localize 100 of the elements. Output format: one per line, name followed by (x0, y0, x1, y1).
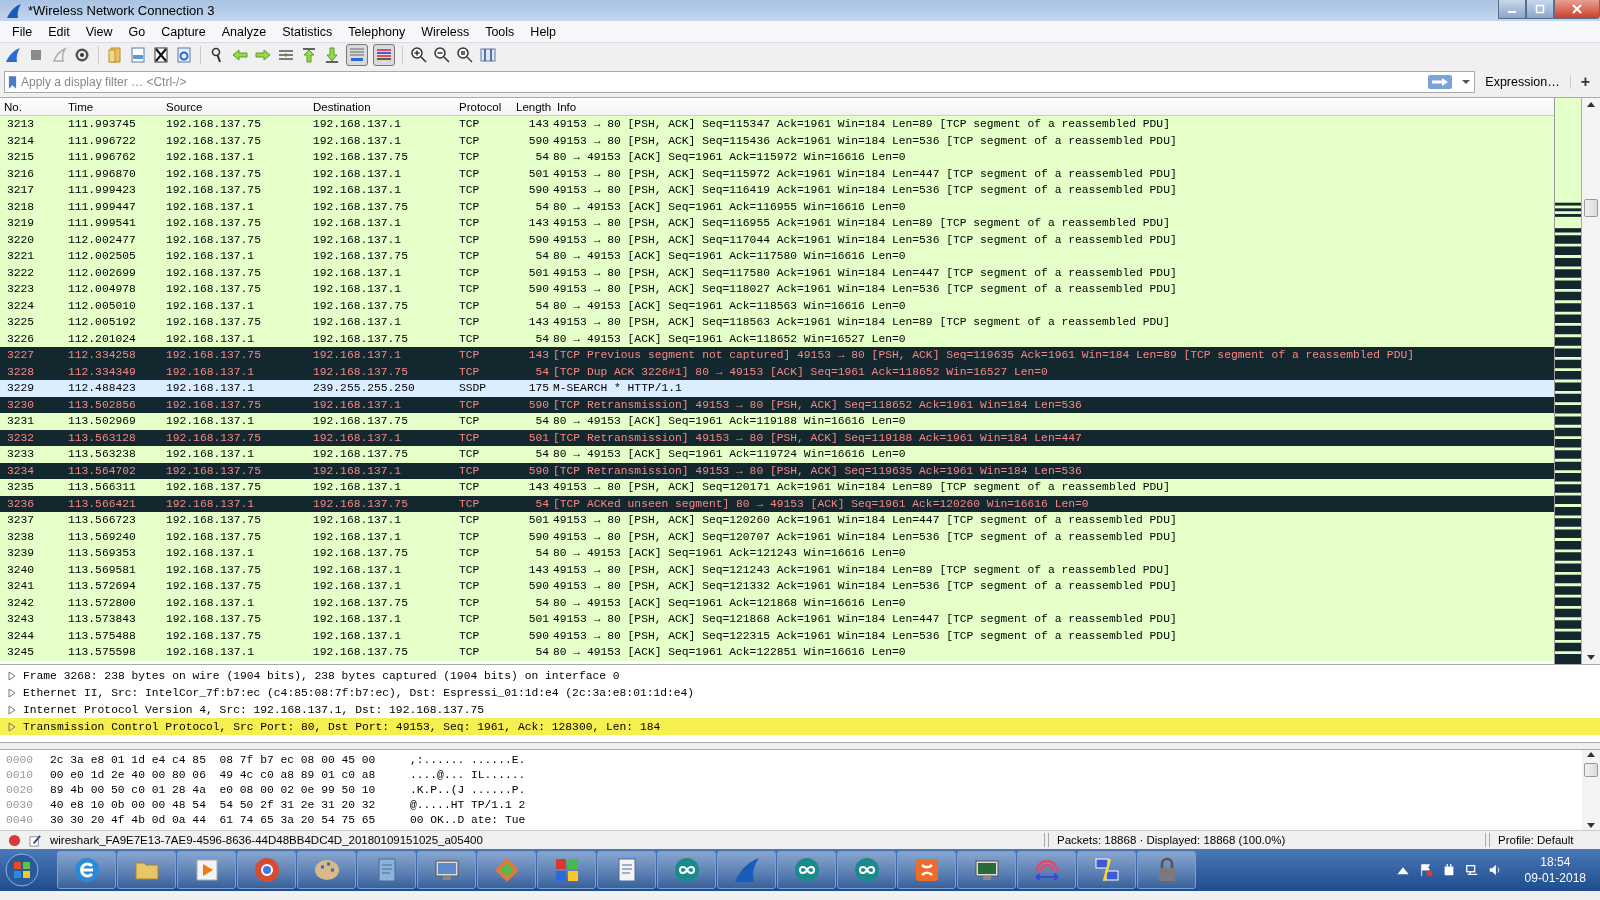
taskbar-button[interactable] (1077, 851, 1136, 889)
scrollbar[interactable] (1582, 98, 1600, 664)
taskbar-button[interactable] (1017, 851, 1076, 889)
expand-arrow-icon[interactable] (8, 721, 16, 732)
taskbar-button[interactable] (657, 851, 716, 889)
menu-item[interactable]: Tools (477, 24, 523, 39)
restart-icon[interactable] (50, 46, 68, 64)
add-filter-button[interactable]: + (1570, 73, 1596, 91)
packet-row[interactable]: 3225 112.005192 192.168.137.75 192.168.137.1 TCP 143 49153 → 80 [PSH, ACK] Seq=118563 Ack=1961 Win=184 Len=89 [TCP segment of a reassembled PDU] (0, 314, 1554, 331)
packet-row[interactable]: 3231 113.502969 192.168.137.1 192.168.137.75 TCP 54 80 → 49153 [ACK] Seq=1961 Ack=119188 Win=16616 Len=0 (0, 413, 1554, 430)
close-file-icon[interactable] (152, 46, 170, 64)
packet-row[interactable]: 3219 111.999541 192.168.137.75 192.168.137.1 TCP 143 49153 → 80 [PSH, ACK] Seq=116955 Ack=1961 Win=184 Len=89 [TCP segment of a reassembled PDU] (0, 215, 1554, 232)
zoom-in-icon[interactable] (410, 46, 428, 64)
scroll-thumb[interactable] (1584, 199, 1598, 217)
taskbar-button[interactable] (417, 851, 476, 889)
packet-minimap[interactable] (1555, 98, 1582, 664)
expand-arrow-icon[interactable] (8, 704, 16, 715)
menu-item[interactable]: Telephony (340, 24, 414, 39)
taskbar-button[interactable] (1137, 851, 1196, 889)
column-header[interactable]: Length (512, 100, 553, 113)
settings-icon[interactable] (73, 46, 91, 64)
taskbar-button[interactable] (237, 851, 296, 889)
filter-input[interactable]: Apply a display filter … <Ctrl-/> (21, 75, 1425, 89)
menu-item[interactable]: Statistics (274, 24, 341, 39)
menu-item[interactable]: View (77, 24, 121, 39)
packet-row[interactable]: 3235 113.566311 192.168.137.75 192.168.137.1 TCP 143 49153 → 80 [PSH, ACK] Seq=120171 Ack=1961 Win=184 Len=89 [TCP segment of a reassembled PDU] (0, 479, 1554, 496)
menu-item[interactable]: Edit (40, 24, 78, 39)
packet-row[interactable]: 3239 113.569353 192.168.137.1 192.168.137.75 TCP 54 80 → 49153 [ACK] Seq=1961 Ack=121243 Win=16616 Len=0 (0, 545, 1554, 562)
shark-fin-icon[interactable] (4, 46, 22, 64)
resize-columns-icon[interactable] (479, 46, 497, 64)
close-button[interactable] (1554, 0, 1600, 19)
zoom-out-icon[interactable] (433, 46, 451, 64)
expand-arrow-icon[interactable] (8, 670, 16, 681)
menu-item[interactable]: File (4, 24, 41, 39)
column-header[interactable]: Source (162, 100, 309, 113)
packet-row[interactable]: 3229 112.488423 192.168.137.1 239.255.255.250 SSDP 175 M-SEARCH * HTTP/1.1 (0, 380, 1554, 397)
profile-label[interactable]: Profile: Default (1498, 834, 1574, 846)
column-header[interactable]: Time (64, 100, 162, 113)
taskbar-button[interactable] (897, 851, 956, 889)
taskbar-button[interactable] (717, 851, 776, 889)
reload-icon[interactable] (175, 46, 193, 64)
packet-row[interactable]: 3227 112.334258 192.168.137.75 192.168.137.1 TCP 143 [TCP Previous segment not captured] 49153 → 80 [PSH, ACK] Seq=119635 Ack=1961 Win=184 Len=89 [TCP segment of a reassembled PDU] (0, 347, 1554, 364)
taskbar-button[interactable] (957, 851, 1016, 889)
packet-row[interactable]: 3243 113.573843 192.168.137.75 192.168.137.1 TCP 501 49153 → 80 [PSH, ACK] Seq=121868 Ack=1961 Win=184 Len=447 [TCP segment of a reassembled PDU] (0, 611, 1554, 628)
capture-status-icon[interactable] (8, 833, 21, 847)
bookmark-icon[interactable] (8, 74, 17, 90)
packet-row[interactable]: 3241 113.572694 192.168.137.75 192.168.137.1 TCP 590 49153 → 80 [PSH, ACK] Seq=121332 Ack=1961 Win=184 Len=536 [TCP segment of a reassembled PDU] (0, 578, 1554, 595)
scroll-down-icon[interactable] (1587, 823, 1595, 828)
taskbar-button[interactable] (777, 851, 836, 889)
last-packet-icon[interactable] (323, 46, 341, 64)
flag-icon[interactable] (1418, 863, 1433, 877)
first-packet-icon[interactable] (300, 46, 318, 64)
taskbar-button[interactable] (297, 851, 356, 889)
packet-row[interactable]: 3245 113.575598 192.168.137.1 192.168.137.75 TCP 54 80 → 49153 [ACK] Seq=1961 Ack=122851 Win=16616 Len=0 (0, 644, 1554, 661)
column-header[interactable]: Info (553, 100, 1554, 113)
back-arrow-icon[interactable] (231, 46, 249, 64)
expression-button[interactable]: Expression… (1475, 75, 1571, 89)
scroll-up-icon[interactable] (1587, 752, 1595, 757)
menu-item[interactable]: Analyze (213, 24, 275, 39)
edit-comment-icon[interactable] (29, 833, 42, 847)
taskbar-button[interactable] (357, 851, 416, 889)
taskbar-button[interactable] (177, 851, 236, 889)
display-filter-field[interactable]: Apply a display filter … <Ctrl-/> (4, 71, 1476, 93)
expand-arrow-icon[interactable] (8, 687, 16, 698)
taskbar-button[interactable] (117, 851, 176, 889)
packet-row[interactable]: 3221 112.002505 192.168.137.1 192.168.137.75 TCP 54 80 → 49153 [ACK] Seq=1961 Ack=117580 Win=16616 Len=0 (0, 248, 1554, 265)
clock[interactable]: 18:54 09-01-2018 (1524, 854, 1586, 886)
tree-item[interactable]: Ethernet II, Src: IntelCor_7f:b7:ec (c4:85:08:7f:b7:ec), Dst: Espressi_01:1d:e4 (2c:3a:e8:01:1d:e4) (0, 684, 1600, 701)
menu-item[interactable]: Go (120, 24, 154, 39)
tree-item[interactable]: Internet Protocol Version 4, Src: 192.168.137.1, Dst: 192.168.137.75 (0, 701, 1600, 718)
packet-row[interactable]: 3223 112.004978 192.168.137.75 192.168.137.1 TCP 590 49153 → 80 [PSH, ACK] Seq=118027 Ack=1961 Win=184 Len=536 [TCP segment of a reassembled PDU] (0, 281, 1554, 298)
packet-row[interactable]: 3217 111.999423 192.168.137.75 192.168.137.1 TCP 590 49153 → 80 [PSH, ACK] Seq=116419 Ack=1961 Win=184 Len=536 [TCP segment of a reassembled PDU] (0, 182, 1554, 199)
network-icon[interactable] (1464, 863, 1479, 877)
taskbar-button[interactable] (57, 851, 116, 889)
save-icon[interactable] (129, 46, 147, 64)
packet-row[interactable]: 3215 111.996762 192.168.137.1 192.168.137.75 TCP 54 80 → 49153 [ACK] Seq=1961 Ack=115972 Win=16616 Len=0 (0, 149, 1554, 166)
speaker-icon[interactable] (1487, 863, 1502, 877)
forward-arrow-icon[interactable] (254, 46, 272, 64)
packet-row[interactable]: 3213 111.993745 192.168.137.75 192.168.137.1 TCP 143 49153 → 80 [PSH, ACK] Seq=115347 Ack=1961 Win=184 Len=89 [TCP segment of a reassembled PDU] (0, 116, 1554, 133)
taskbar-button[interactable] (477, 851, 536, 889)
taskbar-button[interactable] (537, 851, 596, 889)
column-header[interactable]: Destination (309, 100, 455, 113)
normal-size-icon[interactable] (456, 46, 474, 64)
packet-row[interactable]: 3237 113.566723 192.168.137.75 192.168.137.1 TCP 501 49153 → 80 [PSH, ACK] Seq=120260 Ack=1961 Win=184 Len=447 [TCP segment of a reassembled PDU] (0, 512, 1554, 529)
dropdown-caret-icon[interactable] (1462, 79, 1471, 85)
start-button[interactable] (4, 852, 40, 888)
menu-item[interactable]: Help (522, 24, 565, 39)
column-header[interactable]: Protocol (455, 100, 512, 113)
menu-item[interactable]: Capture (153, 24, 214, 39)
column-header[interactable]: No. (0, 100, 64, 113)
taskbar-button[interactable] (597, 851, 656, 889)
taskbar-button[interactable] (837, 851, 896, 889)
scroll-down-icon[interactable] (1587, 655, 1595, 660)
scrollbar[interactable] (1582, 750, 1600, 830)
minimize-button[interactable] (1498, 0, 1526, 19)
close-icon[interactable] (1572, 4, 1582, 14)
tree-item[interactable]: Transmission Control Protocol, Src Port: 80, Dst Port: 49153, Seq: 1961, Ack: 128300, Len: 184 (0, 718, 1600, 735)
packet-row[interactable]: 3233 113.563238 192.168.137.1 192.168.137.75 TCP 54 80 → 49153 [ACK] Seq=1961 Ack=119724 Win=16616 Len=0 (0, 446, 1554, 463)
menu-item[interactable]: Wireless (413, 24, 478, 39)
maximize-button[interactable] (1526, 0, 1554, 19)
